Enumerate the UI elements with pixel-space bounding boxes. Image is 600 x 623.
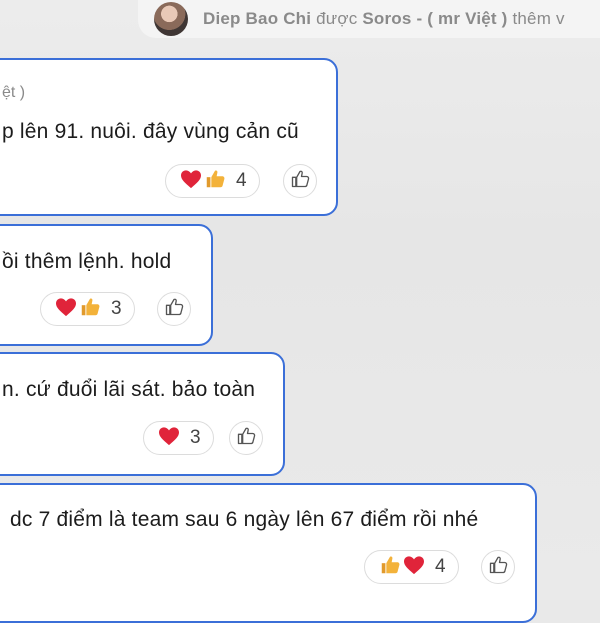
message-text: ồi thêm lệnh. hold — [2, 250, 172, 273]
like-button[interactable] — [481, 550, 515, 584]
reaction-summary[interactable]: 3 — [143, 421, 214, 455]
message-meta: ệt ) — [2, 84, 26, 101]
notice-user[interactable]: Diep Bao Chi — [203, 9, 311, 28]
message-text: p lên 91. nuôi. đây vùng cản cũ — [2, 120, 299, 143]
notice-verb: được — [316, 9, 358, 28]
avatar[interactable] — [154, 2, 188, 36]
reaction-count: 3 — [190, 427, 201, 448]
message-bubble[interactable] — [0, 352, 285, 476]
message-text: n. cứ đuổi lãi sát. bảo toàn — [2, 378, 256, 401]
heart-icon — [403, 555, 425, 580]
message-bubble[interactable] — [0, 224, 213, 346]
reaction-count: 4 — [435, 556, 446, 577]
thumbs-up-icon — [79, 296, 101, 323]
notice-action: thêm v — [512, 9, 565, 28]
heart-icon — [55, 297, 77, 322]
reaction-summary[interactable]: 4 — [165, 164, 260, 198]
message-bubble[interactable] — [0, 483, 537, 623]
notice-text: Diep Bao Chi được Soros - ( mr Việt ) th… — [203, 9, 565, 29]
thumbs-up-outline-icon — [290, 169, 310, 194]
thumbs-up-outline-icon — [236, 426, 256, 451]
thumbs-up-outline-icon — [164, 297, 184, 322]
notice-adder[interactable]: Soros - ( mr Việt ) — [362, 9, 507, 28]
message-text: dc 7 điểm là team sau 6 ngày lên 67 điểm… — [10, 508, 479, 531]
reaction-summary[interactable]: 3 — [40, 292, 135, 326]
heart-icon — [158, 426, 180, 451]
member-added-notice: Diep Bao Chi được Soros - ( mr Việt ) th… — [138, 0, 600, 38]
reaction-count: 4 — [236, 170, 247, 191]
thumbs-up-outline-icon — [488, 555, 508, 580]
like-button[interactable] — [157, 292, 191, 326]
like-button[interactable] — [283, 164, 317, 198]
heart-icon — [180, 169, 202, 194]
thumbs-up-icon — [379, 554, 401, 581]
reaction-count: 3 — [111, 298, 122, 319]
reaction-summary[interactable]: 4 — [364, 550, 459, 584]
thumbs-up-icon — [204, 168, 226, 195]
like-button[interactable] — [229, 421, 263, 455]
